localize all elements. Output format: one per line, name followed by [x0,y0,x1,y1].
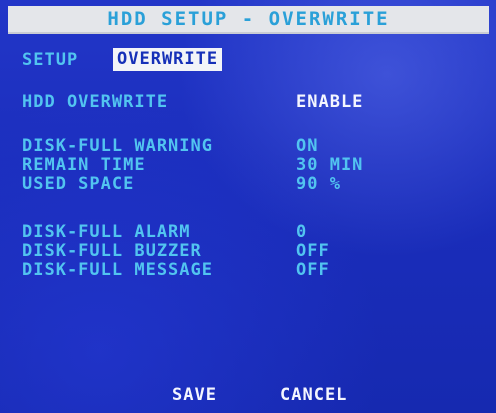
disk-full-buzzer-value[interactable]: OFF [296,241,330,261]
disk-full-alarm-label: DISK-FULL ALARM [22,222,191,242]
hdd-overwrite-value[interactable]: ENABLE [296,92,363,112]
disk-full-alarm-value[interactable]: 0 [296,222,307,242]
disk-full-message-value[interactable]: OFF [296,260,330,280]
remain-time-label: REMAIN TIME [22,155,146,175]
hdd-overwrite-label: HDD OVERWRITE [22,92,169,112]
osd-screen: HDD SETUP - OVERWRITE SETUP OVERWRITE HD… [0,0,496,413]
disk-full-warning-label: DISK-FULL WARNING [22,136,213,156]
page-title: HDD SETUP - OVERWRITE [107,8,390,30]
cancel-button[interactable]: CANCEL [280,385,347,405]
save-button[interactable]: SAVE [172,385,217,405]
tab-overwrite[interactable]: OVERWRITE [113,48,223,71]
disk-full-warning-value[interactable]: ON [296,136,318,156]
remain-time-value[interactable]: 30 MIN [296,155,363,175]
used-space-value[interactable]: 90 % [296,174,341,194]
used-space-label: USED SPACE [22,174,135,194]
menu-setup-label[interactable]: SETUP [22,50,78,70]
disk-full-message-label: DISK-FULL MESSAGE [22,260,213,280]
title-bar: HDD SETUP - OVERWRITE [8,6,489,34]
disk-full-buzzer-label: DISK-FULL BUZZER [22,241,202,261]
